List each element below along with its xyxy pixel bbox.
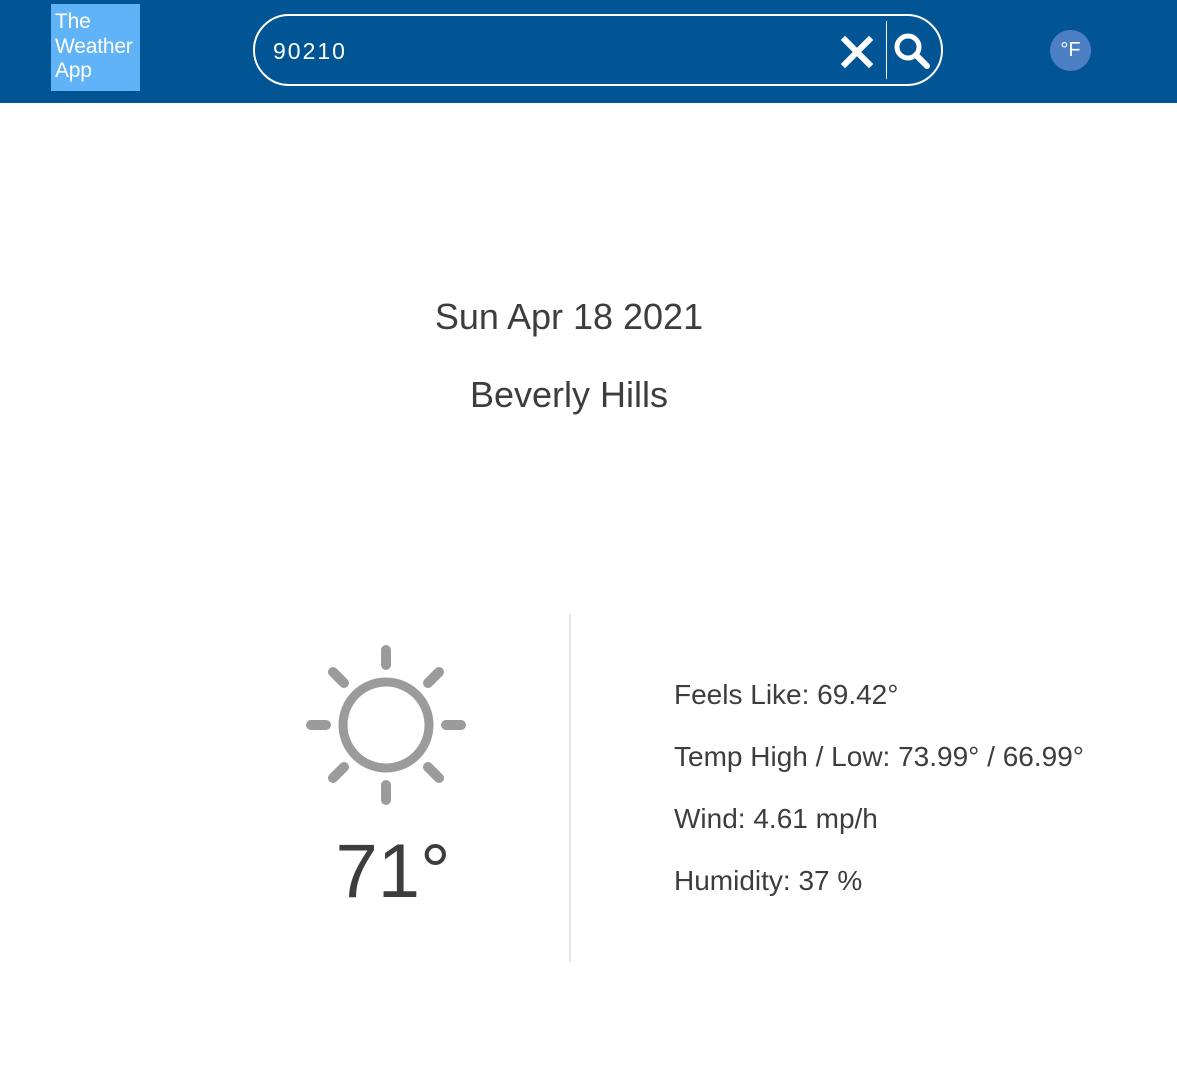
current-temperature: 71° bbox=[335, 829, 451, 914]
clear-search-button[interactable] bbox=[839, 34, 875, 70]
feels-like: Feels Like: 69.42° bbox=[674, 679, 899, 710]
search-divider bbox=[886, 21, 887, 79]
logo-line-3: App bbox=[55, 59, 92, 82]
temp-high-low: Temp High / Low: 73.99° / 66.99° bbox=[674, 741, 1084, 772]
wind-speed: Wind: 4.61 mp/h bbox=[674, 803, 878, 834]
app-logo[interactable]: The Weather App bbox=[51, 4, 140, 91]
search-input[interactable] bbox=[273, 34, 833, 68]
search-bar bbox=[253, 14, 943, 86]
app-header: The Weather App °F bbox=[0, 0, 1177, 103]
search-button[interactable] bbox=[893, 32, 931, 70]
humidity: Humidity: 37 % bbox=[674, 865, 863, 896]
logo-line-1: The bbox=[55, 10, 91, 33]
section-divider bbox=[569, 614, 571, 962]
weather-details: Feels Like: 69.42° Temp High / Low: 73.9… bbox=[674, 677, 1084, 925]
unit-toggle-button[interactable]: °F bbox=[1050, 30, 1091, 71]
logo-line-2: Weather bbox=[55, 34, 133, 58]
current-date: Sun Apr 18 2021 bbox=[434, 296, 704, 337]
close-icon bbox=[840, 35, 874, 69]
sun-icon bbox=[306, 645, 466, 805]
city-name: Beverly Hills bbox=[469, 374, 669, 415]
search-icon bbox=[894, 33, 930, 69]
